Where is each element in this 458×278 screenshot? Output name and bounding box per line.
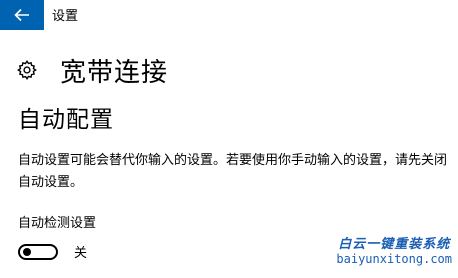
watermark: 白云一键重装系统 baiyunxitong.com [336,233,452,266]
auto-detect-toggle-row: 关 [18,242,87,261]
toggle-knob [23,247,31,256]
auto-detect-toggle[interactable] [18,243,58,260]
back-button[interactable] [0,0,44,30]
title-bar: 设置 [0,0,458,30]
section-title: 自动配置 [18,107,114,133]
page-title: 宽带连接 [60,57,169,88]
window-title: 设置 [52,9,79,24]
page-header: 宽带连接 [16,53,169,88]
watermark-logo: 白云一键重装系统 [338,237,451,252]
section-description: 自动设置可能会替代你输入的设置。若要使用你手动输入的设置，请先关闭自动设置。 [18,153,448,190]
watermark-url: baiyunxitong.com [336,252,452,266]
gear-icon [17,60,37,80]
auto-detect-label: 自动检测设置 [18,216,97,231]
arrow-left-icon [14,8,29,22]
toggle-state-label: 关 [74,246,88,261]
